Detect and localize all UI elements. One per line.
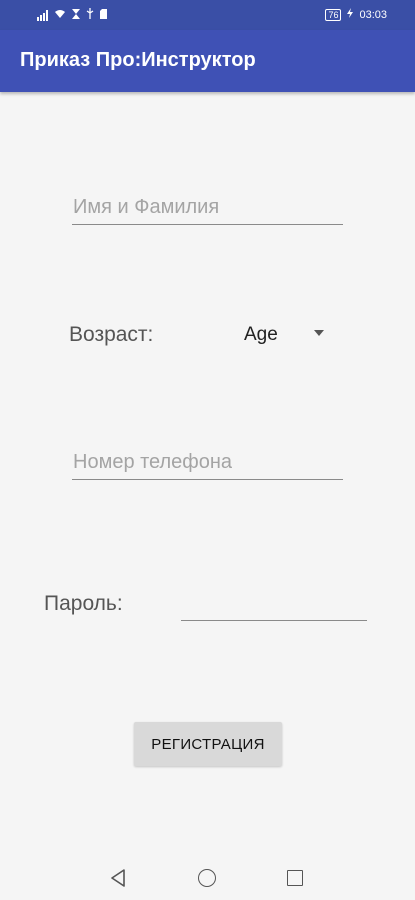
age-label: Возраст: (69, 323, 154, 346)
charging-icon (347, 8, 354, 21)
password-input[interactable] (181, 590, 367, 621)
home-icon[interactable] (198, 869, 216, 887)
app-title: Приказ Про:Инструктор (20, 49, 256, 71)
register-button[interactable]: РЕГИСТРАЦИЯ (134, 722, 282, 766)
hourglass-icon (72, 8, 80, 22)
app-bar: Приказ Про:Инструктор (0, 30, 415, 92)
usb-icon (86, 8, 94, 22)
clock: 03:03 (359, 8, 387, 21)
wifi-icon (54, 9, 66, 22)
recents-icon[interactable] (287, 870, 303, 886)
age-spinner-value: Age (244, 324, 278, 345)
back-icon[interactable] (110, 869, 126, 892)
dropdown-caret-icon (314, 330, 324, 336)
password-label: Пароль: (44, 592, 123, 615)
battery-icon: 76 (325, 8, 342, 21)
status-icons-right: 76 03:03 (325, 8, 387, 21)
signal-icon (37, 9, 48, 21)
age-spinner[interactable]: Age (244, 324, 334, 350)
name-input[interactable] (72, 194, 343, 225)
sd-card-icon (100, 8, 107, 22)
navigation-bar (0, 856, 415, 900)
status-bar: 76 03:03 (0, 0, 415, 30)
phone-input[interactable] (72, 449, 343, 480)
status-icons-left (37, 8, 107, 22)
